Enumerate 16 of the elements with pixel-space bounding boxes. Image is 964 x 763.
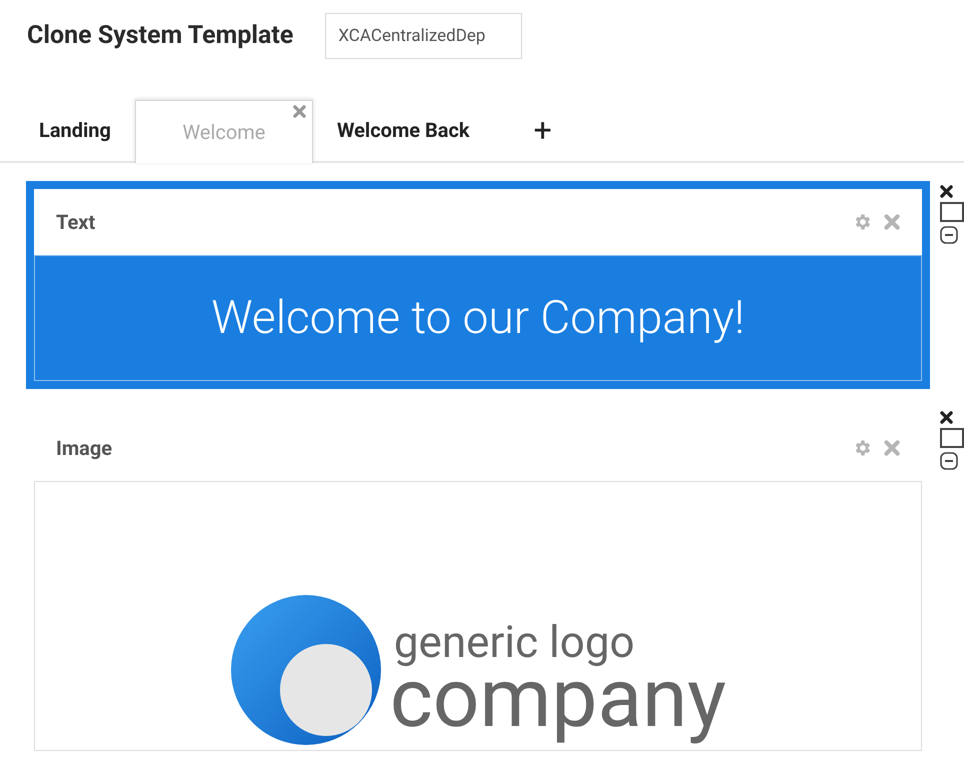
close-icon[interactable]	[292, 105, 306, 118]
add-tab-button[interactable]: +	[494, 98, 592, 161]
widget-title: Text	[56, 209, 96, 236]
tab[interactable]: Landing	[15, 98, 135, 161]
widget-title: Image	[56, 435, 112, 462]
checkbox[interactable]	[940, 428, 964, 448]
page-title: Clone System Template	[27, 20, 294, 52]
remove-icon[interactable]	[940, 185, 953, 198]
collapse-icon[interactable]	[940, 452, 958, 470]
checkbox[interactable]	[940, 202, 964, 222]
remove-icon[interactable]	[940, 411, 953, 424]
collapse-icon[interactable]	[940, 226, 958, 244]
logo-circle-icon	[230, 594, 382, 746]
tab[interactable]: Welcome Back	[312, 98, 494, 161]
banner-text: Welcome to our Company!	[211, 290, 745, 346]
name-field[interactable]: XCACentralizedDep	[325, 13, 522, 59]
